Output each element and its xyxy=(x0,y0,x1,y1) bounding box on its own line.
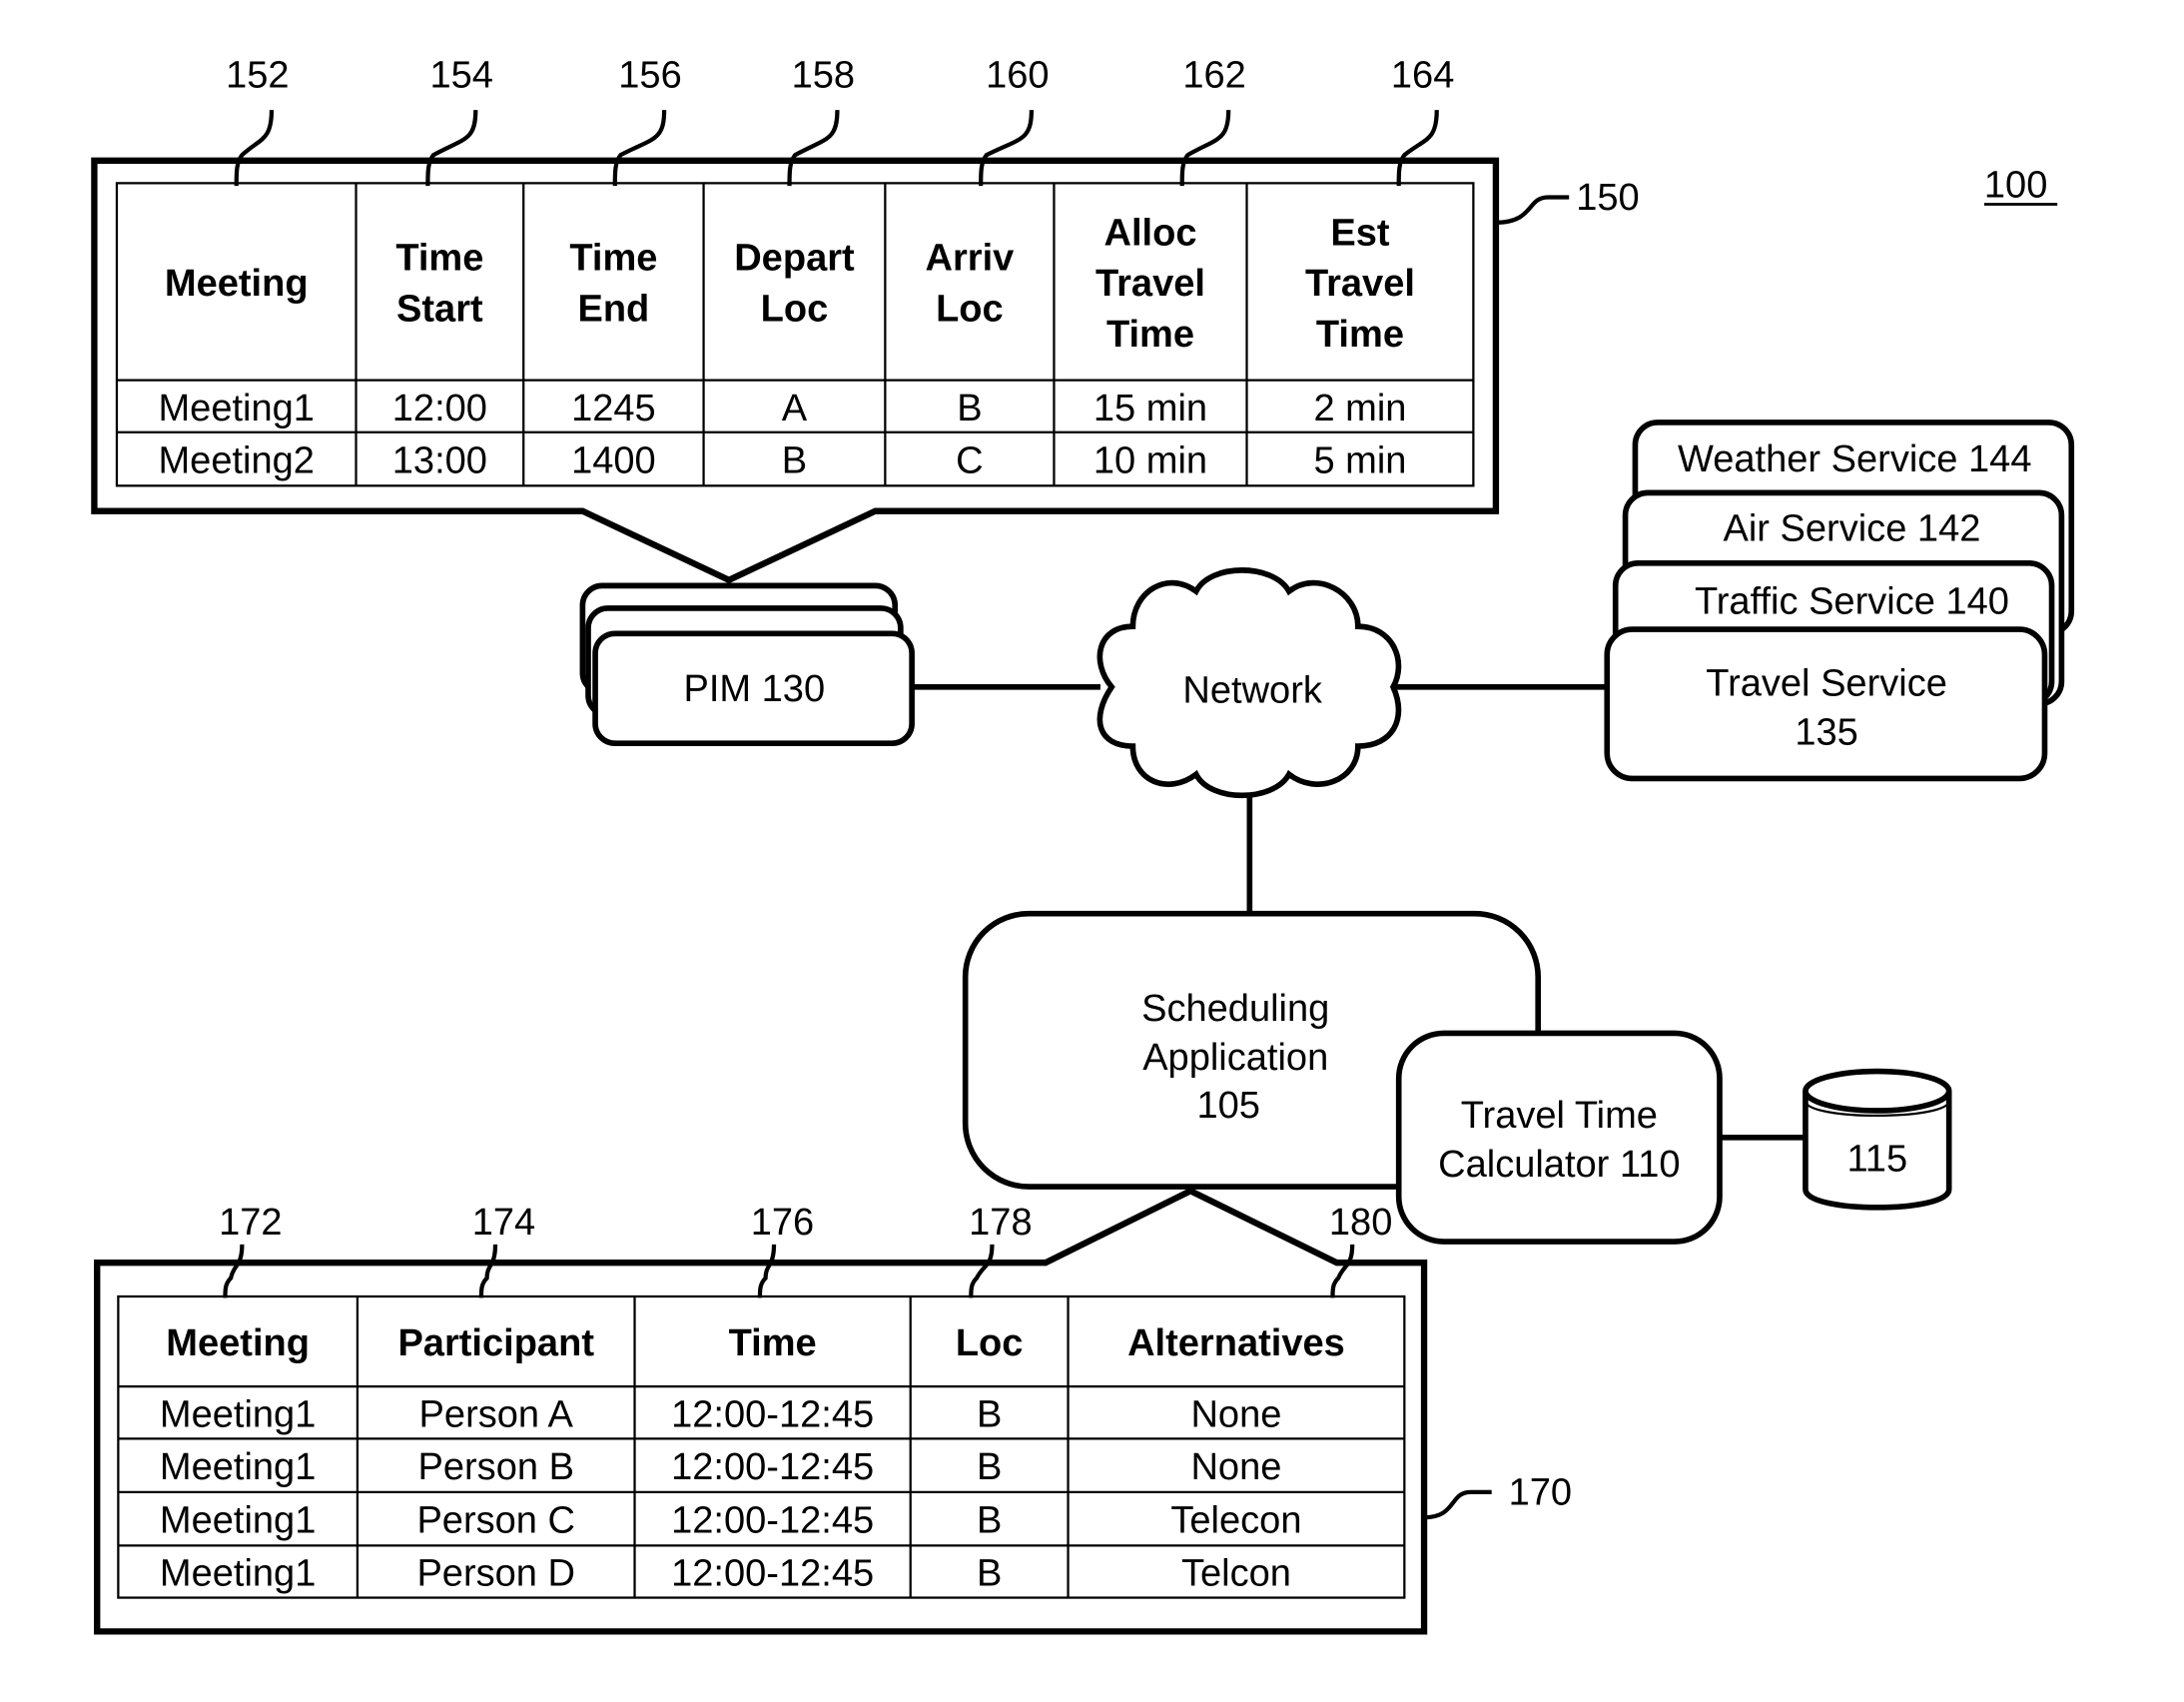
column-header: Start xyxy=(396,288,483,330)
column-ref-label: 178 xyxy=(969,1202,1032,1244)
table-cell: Person C xyxy=(416,1500,575,1542)
table-cell: 15 min xyxy=(1093,388,1207,429)
table-cell: 12:00-12:45 xyxy=(671,1500,874,1542)
column-header: Alternatives xyxy=(1127,1322,1345,1364)
table-cell: B xyxy=(977,1393,1002,1435)
column-ref-label: 152 xyxy=(226,55,289,97)
column-ref-label: 176 xyxy=(751,1202,814,1244)
weather-service-label: Weather Service 144 xyxy=(1678,438,2031,480)
network-label: Network xyxy=(1182,669,1322,711)
table-cell: Telecon xyxy=(1170,1500,1301,1542)
table-cell: Person B xyxy=(418,1446,574,1488)
table-cell: B xyxy=(957,388,982,429)
column-header: Loc xyxy=(936,288,1004,330)
participant-schedule-panel: Meeting Participant Time Loc Alternatives Mee… xyxy=(94,1187,1572,1635)
calculator-line1: Travel Time xyxy=(1461,1095,1658,1137)
column-header: Meeting xyxy=(165,263,309,305)
column-header: Participant xyxy=(397,1322,594,1364)
table-cell: 1245 xyxy=(571,388,656,429)
column-header: Time xyxy=(1106,314,1194,356)
table-cell: None xyxy=(1190,1393,1281,1435)
air-service-label: Air Service 142 xyxy=(1723,507,1980,549)
column-header: Time xyxy=(395,238,483,280)
column-ref-label: 162 xyxy=(1182,55,1245,97)
table-cell: None xyxy=(1190,1446,1281,1488)
panel-ref-170: 170 xyxy=(1509,1472,1572,1514)
travel-service-label-line2: 135 xyxy=(1795,712,1857,754)
table-cell: 5 min xyxy=(1313,440,1406,482)
database-node: 115 xyxy=(1803,1068,1952,1211)
travel-time-calculator-node: Travel Time Calculator 110 xyxy=(1395,1030,1723,1245)
table-cell: Meeting1 xyxy=(160,1500,316,1542)
column-ref-label: 172 xyxy=(219,1202,282,1244)
column-header: Time xyxy=(569,238,657,280)
column-ref-label: 174 xyxy=(472,1202,535,1244)
column-ref-label: 158 xyxy=(792,55,855,97)
column-header: Loc xyxy=(956,1322,1024,1364)
database-label: 115 xyxy=(1846,1139,1907,1181)
table-cell: 12:00-12:45 xyxy=(671,1393,874,1435)
table-cell: B xyxy=(977,1500,1002,1542)
column-ref-label: 154 xyxy=(429,55,492,97)
calculator-line2: Calculator 110 xyxy=(1438,1144,1680,1186)
table-cell: 1400 xyxy=(571,440,656,482)
table-cell: 13:00 xyxy=(392,440,487,482)
table-cell: Meeting1 xyxy=(160,1553,316,1595)
panel-ref-150: 150 xyxy=(1576,177,1639,219)
traffic-service-label: Traffic Service 140 xyxy=(1695,581,2009,623)
panel-ref-leader xyxy=(1495,195,1570,225)
table-cell: Meeting1 xyxy=(160,1393,316,1435)
table-cell: 12:00-12:45 xyxy=(671,1553,874,1595)
table-cell: C xyxy=(956,440,983,482)
pim-node: PIM 130 xyxy=(579,582,915,747)
network-cloud: Network xyxy=(1096,567,1402,799)
table-cell: B xyxy=(977,1553,1002,1595)
column-header: Loc xyxy=(761,288,829,330)
column-header: End xyxy=(577,288,649,330)
column-ref-label: 156 xyxy=(618,55,681,97)
table-cell: Meeting2 xyxy=(159,440,315,482)
column-header: Time xyxy=(729,1322,817,1364)
table-cell: A xyxy=(782,388,808,429)
system-diagram: 100 Meeting Time Start Time End Depart Loc Arri… xyxy=(91,55,2075,1635)
column-header: Depart xyxy=(734,238,855,280)
scheduling-app-line3: 105 xyxy=(1196,1085,1259,1127)
services-stack: Weather Service 144 Air Service 142 Traf… xyxy=(1604,420,2075,782)
column-ref-label: 164 xyxy=(1391,55,1454,97)
column-header: Est xyxy=(1330,212,1390,254)
column-header: Travel xyxy=(1095,263,1205,305)
table-cell: Meeting1 xyxy=(160,1446,316,1488)
table-cell: 12:00 xyxy=(392,388,487,429)
column-header: Arriv xyxy=(926,238,1015,280)
travel-service-label-line1: Travel Service xyxy=(1706,662,1947,704)
table-cell: 2 min xyxy=(1313,388,1406,429)
column-ref-label: 180 xyxy=(1329,1202,1392,1244)
table-cell: Person A xyxy=(419,1393,574,1435)
table-cell: 10 min xyxy=(1093,440,1207,482)
column-header: Alloc xyxy=(1103,212,1196,254)
column-ref-label: 160 xyxy=(986,55,1049,97)
table-cell: B xyxy=(977,1446,1002,1488)
column-header: Travel xyxy=(1305,263,1415,305)
travel-service-node: Travel Service 135 xyxy=(1604,626,2048,782)
scheduling-app-line1: Scheduling xyxy=(1141,988,1329,1030)
table-cell: Person D xyxy=(416,1553,575,1595)
scheduling-app-line2: Application xyxy=(1142,1037,1328,1079)
table-cell: B xyxy=(782,440,807,482)
pim-label: PIM 130 xyxy=(683,668,825,710)
table-cell: 12:00-12:45 xyxy=(671,1446,874,1488)
column-header: Meeting xyxy=(166,1322,310,1364)
figure-ref: 100 xyxy=(1984,164,2047,206)
table-cell: Meeting1 xyxy=(159,388,315,429)
panel-ref-leader xyxy=(1423,1489,1492,1520)
table-cell: Telcon xyxy=(1181,1553,1291,1595)
column-header: Time xyxy=(1316,314,1404,356)
meeting-schedule-panel: Meeting Time Start Time End Depart Loc Arriv Loc… xyxy=(91,55,1640,584)
